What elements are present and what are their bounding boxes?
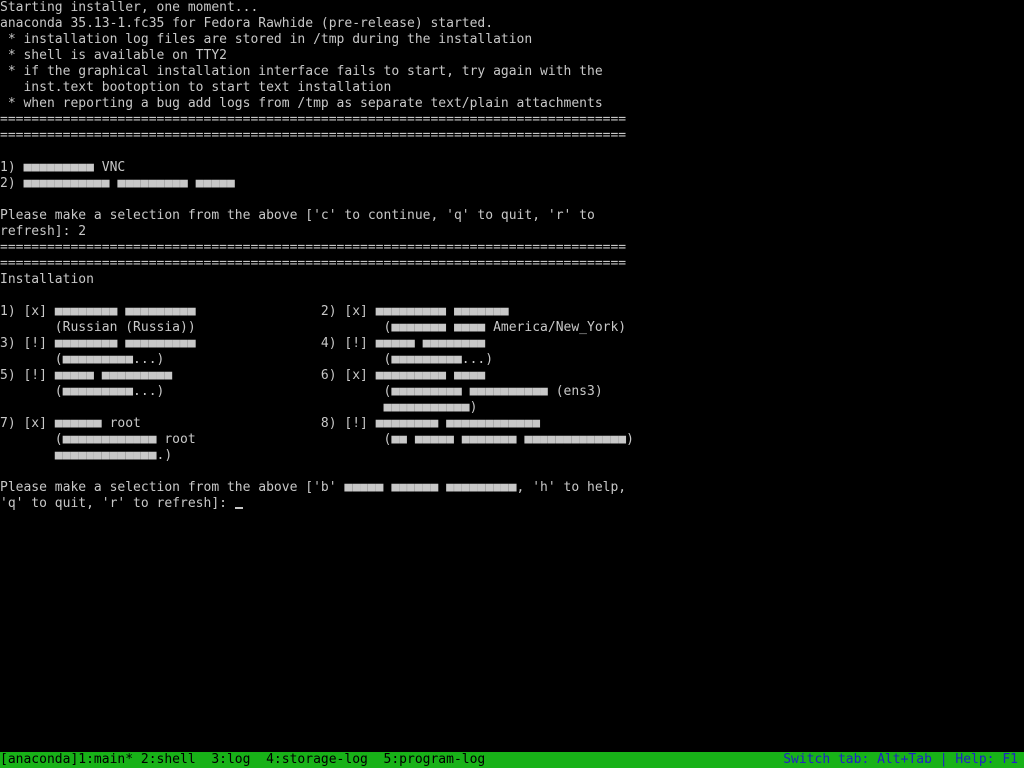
prompt-text: 'q' to quit, 'r' to refresh]: <box>0 496 235 511</box>
terminal-line: * when reporting a bug add logs from /tm… <box>0 96 603 111</box>
window-list[interactable]: [anaconda]1:main* 2:shell 3:log 4:storag… <box>0 752 485 768</box>
command-prompt[interactable]: 'q' to quit, 'r' to refresh]: <box>0 496 243 512</box>
hub-spoke-row: (■■■■■■■■■...) (■■■■■■■■■...) <box>0 352 494 367</box>
hub-spoke-row: (Russian (Russia)) (■■■■■■■ ■■■■ America… <box>0 320 627 335</box>
hub-spoke-row: (■■■■■■■■■■■■ root (■■ ■■■■■ ■■■■■■■ ■■■… <box>0 432 634 447</box>
tmux-status-bar: [anaconda]1:main* 2:shell 3:log 4:storag… <box>0 752 1024 768</box>
separator-line: ========================================… <box>0 128 627 143</box>
terminal-line: * shell is available on TTY2 <box>0 48 227 63</box>
terminal-line: * installation log files are stored in /… <box>0 32 533 47</box>
hub-spoke-row: ■■■■■■■■■■■■■.) <box>0 448 173 463</box>
hub-spoke-row: 3) [!] ■■■■■■■■ ■■■■■■■■■ 4) [!] ■■■■■ ■… <box>0 336 486 351</box>
hub-spoke-row: 7) [x] ■■■■■■ root 8) [!] ■■■■■■■■ ■■■■■… <box>0 416 541 431</box>
hub-spoke-row: 1) [x] ■■■■■■■■ ■■■■■■■■■ 2) [x] ■■■■■■■… <box>0 304 509 319</box>
terminal-line: inst.text bootoption to start text insta… <box>0 80 392 95</box>
terminal-line: anaconda 35.13-1.fc35 for Fedora Rawhide… <box>0 16 494 31</box>
hub-spoke-row: (■■■■■■■■■...) (■■■■■■■■■ ■■■■■■■■■■ (en… <box>0 384 603 399</box>
status-hints: Switch tab: Alt+Tab | Help: F1 <box>783 752 1018 767</box>
selection-prompt: Please make a selection from the above [… <box>0 480 627 495</box>
text-cursor <box>234 507 243 509</box>
terminal-line: * if the graphical installation interfac… <box>0 64 603 79</box>
separator-line: ========================================… <box>0 112 627 127</box>
terminal-line: Starting installer, one moment... <box>0 0 259 15</box>
section-title: Installation <box>0 272 94 287</box>
separator-line: ========================================… <box>0 256 627 271</box>
separator-line: ========================================… <box>0 240 627 255</box>
terminal-screen[interactable]: Starting installer, one moment... anacon… <box>0 0 1024 752</box>
selection-prompt: Please make a selection from the above [… <box>0 208 595 223</box>
hub-spoke-row: 5) [!] ■■■■■ ■■■■■■■■■ 6) [x] ■■■■■■■■■ … <box>0 368 486 383</box>
menu-option-text-mode: 2) ■■■■■■■■■■■ ■■■■■■■■■ ■■■■■ <box>0 176 235 191</box>
menu-option-vnc: 1) ■■■■■■■■■ VNC <box>0 160 126 175</box>
selection-prompt: refresh]: 2 <box>0 224 87 239</box>
hub-spoke-row: ■■■■■■■■■■■) <box>0 400 478 415</box>
